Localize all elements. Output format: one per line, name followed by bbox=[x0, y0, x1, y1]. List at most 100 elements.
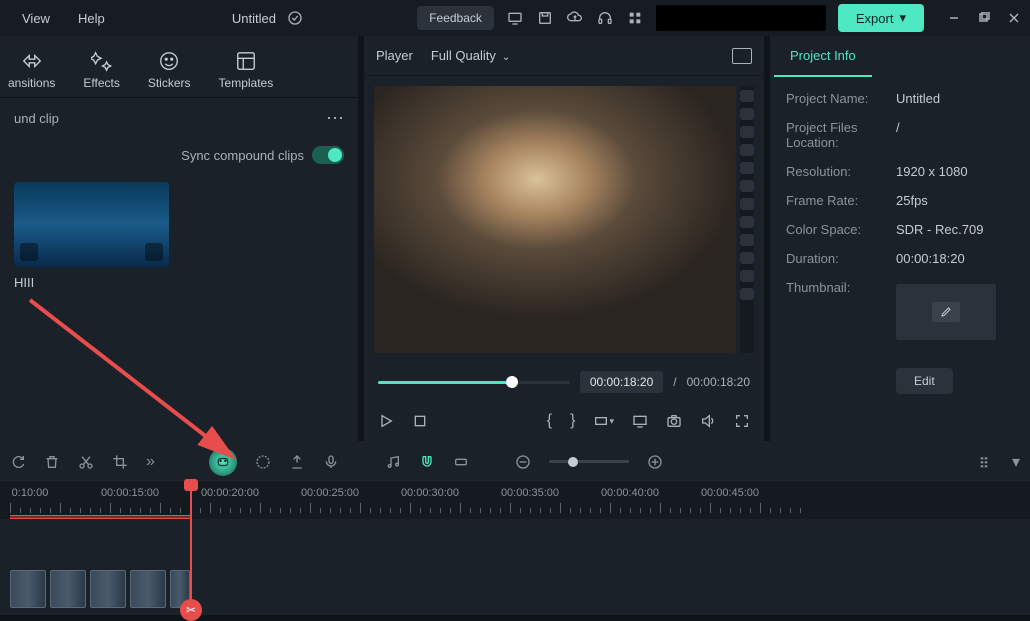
film-strip bbox=[740, 86, 754, 353]
display-icon[interactable] bbox=[632, 413, 648, 429]
resolution-value: 1920 x 1080 bbox=[896, 164, 968, 179]
bracket-close-icon[interactable]: } bbox=[570, 412, 575, 430]
project-location-label: Project Files Location: bbox=[786, 120, 896, 150]
time-mark: 0:10:00 bbox=[12, 487, 49, 499]
snapshot-icon[interactable] bbox=[732, 48, 752, 64]
volume-icon[interactable] bbox=[700, 413, 716, 429]
player-panel: Player Full Quality⌄ 00:00:18:20 / 00:00… bbox=[364, 36, 764, 441]
fullscreen-icon[interactable] bbox=[734, 413, 750, 429]
transitions-icon bbox=[21, 50, 43, 72]
link-icon[interactable] bbox=[453, 454, 469, 470]
time-separator: / bbox=[673, 375, 676, 389]
color-icon[interactable] bbox=[255, 454, 271, 470]
screen-icon[interactable] bbox=[506, 9, 524, 27]
framerate-value: 25fps bbox=[896, 193, 928, 208]
scissors-icon[interactable]: ✂ bbox=[180, 599, 202, 621]
colorspace-label: Color Space: bbox=[786, 222, 896, 237]
close-button[interactable] bbox=[1006, 10, 1022, 26]
bracket-open-icon[interactable]: { bbox=[547, 412, 552, 430]
total-time: 00:00:18:20 bbox=[687, 375, 750, 389]
resolution-label: Resolution: bbox=[786, 164, 896, 179]
video-preview[interactable] bbox=[374, 86, 736, 353]
top-menu-bar: View Help Untitled Feedback Export ▾ bbox=[0, 0, 1030, 36]
document-title: Untitled bbox=[232, 11, 276, 26]
media-panel: ansitions Effects Stickers Templates und… bbox=[0, 36, 358, 441]
time-mark: 00:00:45:00 bbox=[701, 487, 759, 499]
sync-toggle[interactable] bbox=[312, 146, 344, 164]
tab-transitions[interactable]: ansitions bbox=[8, 50, 55, 90]
clip-name: HIII bbox=[14, 275, 344, 290]
time-mark: 00:00:25:00 bbox=[301, 487, 359, 499]
crop-icon[interactable] bbox=[112, 454, 128, 470]
track-clip[interactable] bbox=[10, 570, 46, 608]
duration-label: Duration: bbox=[786, 251, 896, 266]
magnet-icon[interactable] bbox=[419, 454, 435, 470]
chevron-down-icon: ▾ bbox=[899, 10, 906, 26]
time-mark: 00:00:35:00 bbox=[501, 487, 559, 499]
templates-icon bbox=[235, 50, 257, 72]
sync-label: Sync compound clips bbox=[181, 148, 304, 163]
thumbnail-box[interactable] bbox=[896, 284, 996, 340]
export-button[interactable]: Export ▾ bbox=[838, 4, 924, 32]
clip-breadcrumb: und clip bbox=[14, 111, 59, 126]
zoom-slider[interactable] bbox=[549, 460, 629, 463]
quality-dropdown[interactable]: Full Quality⌄ bbox=[427, 44, 530, 67]
menu-help[interactable]: Help bbox=[64, 11, 119, 26]
edit-button[interactable]: Edit bbox=[896, 368, 953, 394]
track-clip[interactable] bbox=[50, 570, 86, 608]
time-mark: 00:00:20:00 bbox=[201, 487, 259, 499]
playhead[interactable]: ✂ bbox=[190, 483, 192, 609]
project-name-label: Project Name: bbox=[786, 91, 896, 106]
zoom-out-icon[interactable] bbox=[515, 454, 531, 470]
maximize-button[interactable] bbox=[976, 10, 992, 26]
minimize-button[interactable] bbox=[946, 10, 962, 26]
project-info-tab[interactable]: Project Info bbox=[774, 36, 872, 77]
track-clip[interactable] bbox=[90, 570, 126, 608]
delete-icon[interactable] bbox=[44, 454, 60, 470]
expand-tools-icon[interactable]: » bbox=[146, 453, 155, 471]
timeline-panel: » ▾ 0:10:00 00:00:15:00 00:00:20:00 00:0… bbox=[0, 441, 1030, 615]
duration-value: 00:00:18:20 bbox=[896, 251, 965, 266]
framerate-label: Frame Rate: bbox=[786, 193, 896, 208]
tab-stickers[interactable]: Stickers bbox=[148, 50, 191, 90]
stickers-icon bbox=[158, 50, 180, 72]
menu-view[interactable]: View bbox=[8, 11, 64, 26]
stop-button[interactable] bbox=[412, 413, 428, 429]
feedback-button[interactable]: Feedback bbox=[417, 6, 494, 30]
time-mark: 00:00:30:00 bbox=[401, 487, 459, 499]
camera-icon[interactable] bbox=[666, 413, 682, 429]
tab-effects[interactable]: Effects bbox=[83, 50, 119, 90]
pencil-icon bbox=[932, 302, 960, 322]
tab-templates[interactable]: Templates bbox=[219, 50, 274, 90]
player-label: Player bbox=[376, 48, 413, 63]
music-icon[interactable] bbox=[385, 454, 401, 470]
play-button[interactable] bbox=[378, 413, 394, 429]
time-mark: 00:00:40:00 bbox=[601, 487, 659, 499]
colorspace-value: SDR - Rec.709 bbox=[896, 222, 983, 237]
ratio-icon[interactable]: ▾ bbox=[593, 413, 614, 429]
cloud-upload-icon[interactable] bbox=[566, 9, 584, 27]
track-dropdown-icon[interactable]: ▾ bbox=[1012, 452, 1020, 472]
ai-tools-button[interactable] bbox=[209, 448, 237, 476]
cut-icon[interactable] bbox=[78, 454, 94, 470]
playback-progress[interactable] bbox=[378, 381, 570, 384]
project-location-value: / bbox=[896, 120, 900, 150]
time-mark: 00:00:15:00 bbox=[101, 487, 159, 499]
grid-icon[interactable] bbox=[626, 9, 644, 27]
track-options-icon[interactable] bbox=[978, 454, 994, 470]
project-name-value: Untitled bbox=[896, 91, 940, 106]
track-clip[interactable] bbox=[130, 570, 166, 608]
title-spacer bbox=[656, 5, 826, 31]
mic-icon[interactable] bbox=[323, 454, 339, 470]
headphones-icon[interactable] bbox=[596, 9, 614, 27]
zoom-in-icon[interactable] bbox=[647, 454, 663, 470]
timeline-tracks[interactable] bbox=[0, 519, 1030, 609]
clip-thumbnail[interactable] bbox=[14, 182, 169, 267]
more-options-icon[interactable]: ⋯ bbox=[326, 108, 344, 129]
redo-icon[interactable] bbox=[10, 454, 26, 470]
thumbnail-label: Thumbnail: bbox=[786, 280, 896, 295]
time-ruler[interactable]: 0:10:00 00:00:15:00 00:00:20:00 00:00:25… bbox=[0, 483, 1030, 519]
save-icon[interactable] bbox=[536, 9, 554, 27]
marker-icon[interactable] bbox=[289, 454, 305, 470]
effects-icon bbox=[91, 50, 113, 72]
